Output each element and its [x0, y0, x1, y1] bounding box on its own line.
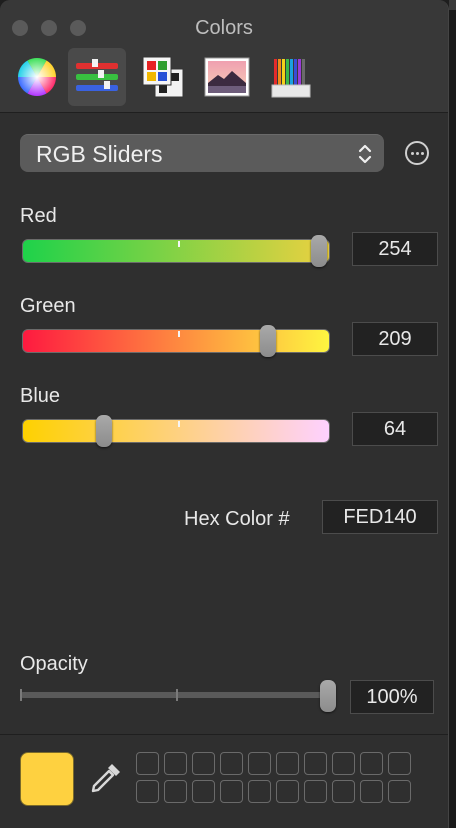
color-palettes-icon: [142, 56, 184, 98]
hex-color-label: Hex Color #: [184, 508, 290, 530]
tab-image-palettes[interactable]: [198, 48, 256, 106]
saved-swatch-slot[interactable]: [332, 752, 355, 775]
saved-swatch-slot[interactable]: [136, 780, 159, 803]
blue-slider-track[interactable]: [22, 419, 330, 443]
current-color-well[interactable]: [20, 752, 74, 806]
color-mode-value: RGB Sliders: [36, 141, 163, 167]
tab-color-sliders[interactable]: [68, 48, 126, 106]
saved-swatch-slot[interactable]: [276, 752, 299, 775]
hex-color-field[interactable]: FED140: [322, 500, 438, 534]
blue-slider-knob[interactable]: [96, 415, 113, 447]
opacity-value-field[interactable]: 100%: [350, 680, 434, 714]
green-value-field[interactable]: 209: [352, 322, 438, 356]
saved-swatch-slot[interactable]: [276, 780, 299, 803]
saved-swatch-slot[interactable]: [388, 752, 411, 775]
green-slider-knob[interactable]: [260, 325, 277, 357]
chevron-up-down-icon: [358, 144, 372, 164]
saved-swatch-slot[interactable]: [164, 752, 187, 775]
saved-swatch-slot[interactable]: [360, 780, 383, 803]
saved-swatch-slot[interactable]: [192, 752, 215, 775]
image-palettes-icon: [204, 57, 250, 97]
opacity-label: Opacity: [20, 653, 88, 675]
more-options-button[interactable]: [405, 141, 429, 165]
opacity-slider-track[interactable]: [20, 689, 330, 701]
saved-swatch-slot[interactable]: [388, 780, 411, 803]
eyedropper-icon[interactable]: [88, 760, 124, 796]
swatch-separator: [0, 734, 448, 735]
saved-swatch-slot[interactable]: [220, 780, 243, 803]
red-value-field[interactable]: 254: [352, 232, 438, 266]
red-label: Red: [20, 205, 57, 227]
saved-swatch-slot[interactable]: [304, 752, 327, 775]
red-slider-track[interactable]: [22, 239, 330, 263]
tab-color-palettes[interactable]: [134, 48, 192, 106]
saved-swatch-slot[interactable]: [248, 752, 271, 775]
blue-label: Blue: [20, 385, 61, 407]
green-slider-track[interactable]: [22, 329, 330, 353]
pencils-icon: [271, 59, 311, 98]
blue-value-field[interactable]: 64: [352, 412, 438, 446]
tab-pencils[interactable]: [262, 48, 320, 106]
opacity-slider-knob[interactable]: [320, 680, 336, 712]
colors-panel: Colors RGB Sliders Red 254 Green 209 Blu…: [0, 0, 449, 828]
saved-swatch-slot[interactable]: [248, 780, 271, 803]
color-sliders-icon: [76, 59, 118, 91]
tab-color-wheel[interactable]: [8, 48, 66, 106]
red-slider-knob[interactable]: [310, 235, 327, 267]
background-window-edge: [449, 0, 456, 828]
saved-swatch-slot[interactable]: [136, 752, 159, 775]
titlebar: Colors: [0, 0, 448, 113]
window-title: Colors: [195, 17, 253, 39]
saved-swatch-slot[interactable]: [304, 780, 327, 803]
saved-swatch-slot[interactable]: [360, 752, 383, 775]
saved-swatch-slot[interactable]: [192, 780, 215, 803]
saved-swatch-slot[interactable]: [164, 780, 187, 803]
color-wheel-icon: [18, 58, 56, 96]
color-mode-popup[interactable]: RGB Sliders: [20, 134, 384, 172]
saved-swatch-slot[interactable]: [220, 752, 243, 775]
saved-swatches-grid[interactable]: [136, 752, 414, 806]
saved-swatch-slot[interactable]: [332, 780, 355, 803]
green-label: Green: [20, 295, 76, 317]
